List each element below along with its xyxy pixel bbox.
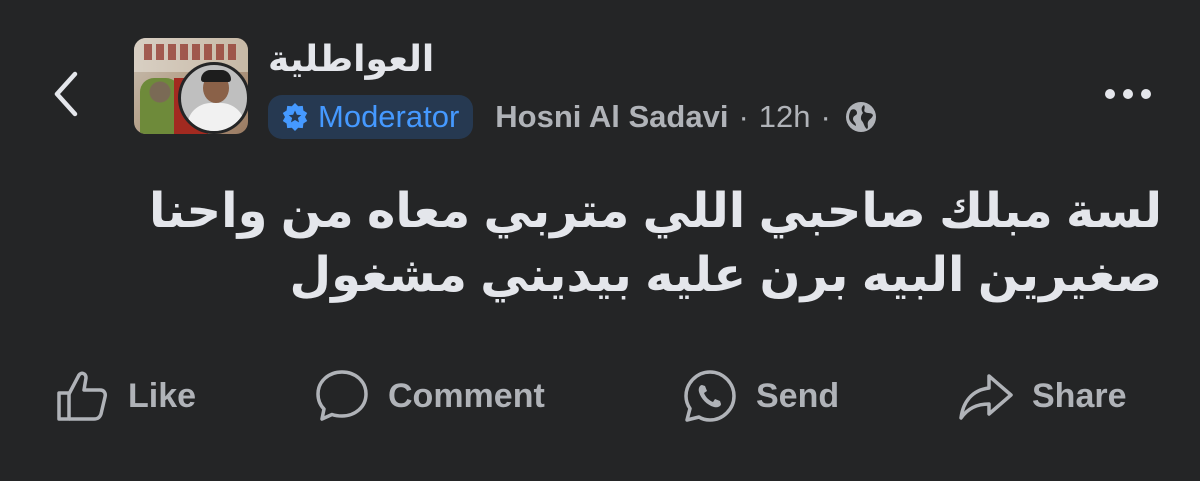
share-arrow-icon [959,374,1013,420]
like-label: Like [128,376,197,415]
group-avatar-sign-lettering [144,44,238,60]
moderator-shield-icon [278,100,312,134]
post-actions-bar: Like Comment Send Share [0,360,1200,432]
post-meta: Moderator Hosni Al Sadavi · 12h · [268,94,879,140]
thumbs-up-icon [57,371,107,421]
globe-icon [843,99,879,135]
meta-separator: · [820,99,831,134]
group-name[interactable]: العواطلية [268,38,434,80]
more-horizontal-icon [1105,89,1151,99]
share-label: Share [1032,376,1127,415]
comment-button[interactable]: Comment [314,360,545,432]
post-text-line: صغيرين البيه برن عليه بيديني مشغول [289,249,1162,302]
author-name[interactable]: Hosni Al Sadavi [495,99,728,135]
share-button[interactable]: Share [958,360,1127,432]
post-text-line: لسة مبلك صاحبي اللي متربي معاه من واحنا [148,185,1162,238]
back-button[interactable] [38,62,94,126]
post-body: لسة مبلك صاحبي اللي متربي معاه من واحنا … [148,180,1162,308]
like-button[interactable]: Like [54,360,196,432]
whatsapp-icon [684,370,736,422]
moderator-badge-label: Moderator [318,99,460,134]
meta-separator: · [738,99,749,134]
author-avatar[interactable] [178,62,250,134]
moderator-badge[interactable]: Moderator [268,95,474,139]
post-timestamp[interactable]: 12h [759,99,811,135]
comment-bubble-icon [316,370,368,421]
more-options-button[interactable] [1102,74,1154,114]
comment-label: Comment [388,376,545,415]
send-button[interactable]: Send [682,360,839,432]
send-label: Send [756,376,840,415]
chevron-left-icon [54,71,78,117]
